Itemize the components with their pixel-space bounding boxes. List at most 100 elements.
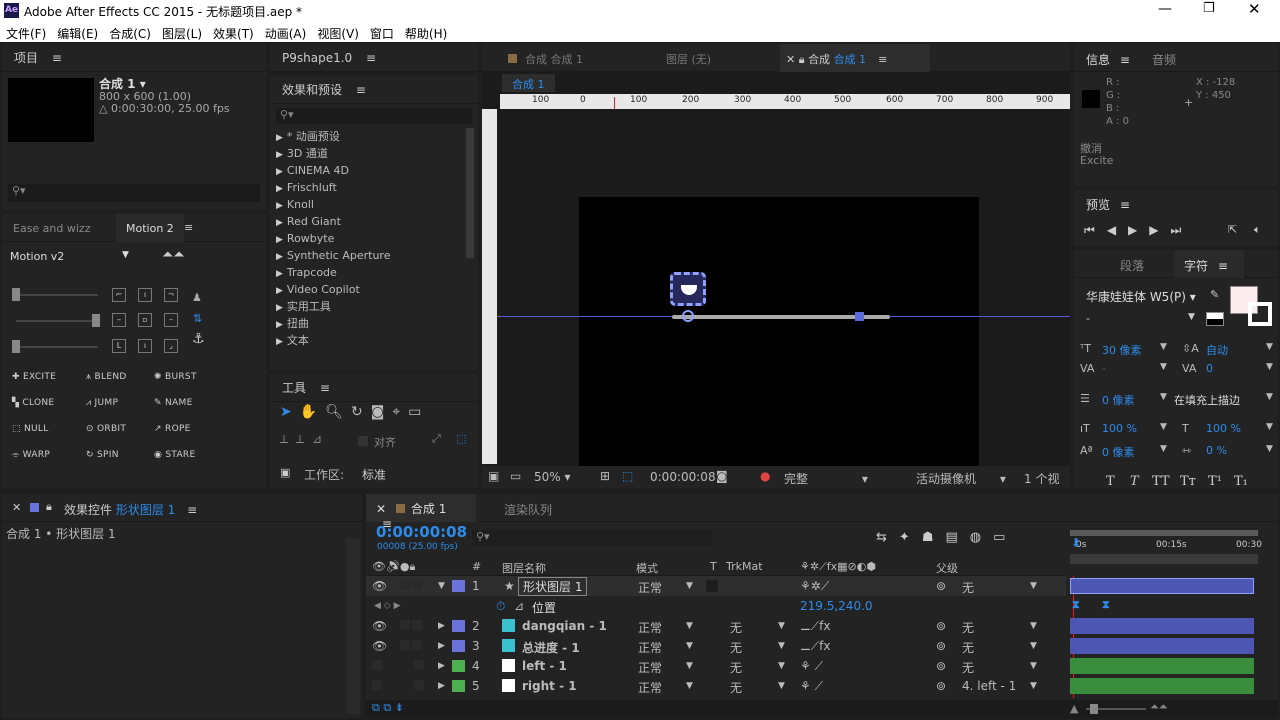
last-frame-icon[interactable]: ⏭: [1171, 223, 1194, 237]
tab-character[interactable]: 字符 ≡: [1174, 250, 1244, 278]
weight-icon[interactable]: ♟: [192, 291, 202, 304]
keyframe-icon[interactable]: ⧗: [1102, 598, 1110, 612]
leading-value[interactable]: 自动: [1206, 342, 1228, 358]
jump-button[interactable]: ⩘ JUMP: [86, 398, 118, 408]
keyframe-nav-icon[interactable]: ◀ ◇ ▶: [374, 601, 401, 611]
baseline-value[interactable]: 0 像素: [1102, 444, 1135, 460]
anchor-bottom-right[interactable]: ⌟: [164, 339, 178, 353]
anchor-bottom-left[interactable]: L: [112, 339, 126, 353]
camera-select[interactable]: 活动摄像机 ▾: [916, 470, 1006, 487]
layer-name[interactable]: 总进度 - 1: [522, 639, 580, 656]
effects-item[interactable]: ▶ * 动画预设: [270, 128, 466, 145]
zoom-tool-icon[interactable]: 🔍︎: [325, 404, 351, 420]
stare-button[interactable]: ◉ STARE: [154, 450, 195, 460]
effects-item[interactable]: ▶ 扭曲: [270, 315, 466, 332]
pickwhip-icon[interactable]: ⊚: [936, 659, 946, 673]
effects-scrollbar[interactable]: [466, 128, 474, 258]
anchor-top-right[interactable]: ¬: [164, 288, 178, 302]
project-search-input[interactable]: ⚲▾: [8, 184, 260, 202]
first-frame-icon[interactable]: ⏮: [1084, 223, 1107, 237]
tracking-value[interactable]: 0: [1206, 362, 1213, 375]
mode-select[interactable]: 正常: [638, 619, 662, 636]
zoom-out-icon[interactable]: ▲: [1070, 702, 1078, 715]
clone-button[interactable]: ▚ CLONE: [12, 398, 54, 408]
parent-select[interactable]: 无: [962, 579, 974, 596]
loop-icon[interactable]: ⇱: [1228, 223, 1237, 236]
lock-icon[interactable]: 🔒︎: [46, 500, 52, 514]
timeline-search-input[interactable]: ⚲▾: [472, 530, 712, 546]
parent-select[interactable]: 无: [962, 619, 974, 636]
views-select[interactable]: 1 个视图: [1024, 470, 1070, 488]
swap-icon[interactable]: ⇅: [193, 312, 202, 325]
burst-button[interactable]: ✺ BURST: [154, 372, 197, 382]
kerning-value[interactable]: -: [1102, 362, 1106, 375]
label-color[interactable]: [452, 640, 465, 652]
draft3d-icon[interactable]: ✦: [899, 530, 922, 545]
effect-controls-scrollbar[interactable]: [346, 538, 360, 714]
viewer-timecode[interactable]: 0:00:00:08: [650, 470, 716, 484]
effects-item[interactable]: ▶ Frischluft: [270, 179, 466, 196]
effects-item[interactable]: ▶ CINEMA 4D: [270, 162, 466, 179]
comp-breadcrumb[interactable]: 合成 1: [502, 74, 555, 92]
frame-blend-icon[interactable]: ▤: [945, 530, 969, 545]
menu-window[interactable]: 窗口: [364, 22, 399, 42]
anchor-top-center[interactable]: ı: [138, 288, 152, 302]
tab-info[interactable]: 信息 ≡: [1086, 51, 1130, 68]
tab-ease-and-wizz[interactable]: Ease and wizz: [13, 222, 90, 235]
property-name[interactable]: 位置: [532, 599, 556, 616]
anchor-mid-right[interactable]: –: [164, 313, 178, 327]
effects-item[interactable]: ▶ 文本: [270, 332, 466, 349]
graph-icon[interactable]: ⊿: [514, 599, 524, 613]
black-white-icon[interactable]: [1206, 312, 1224, 326]
property-row[interactable]: ◀ ◇ ▶ ⏱ ⊿ 位置 219.5,240.0: [366, 596, 1066, 616]
axis-view-icon[interactable]: ⊿: [312, 432, 330, 446]
menu-view[interactable]: 视图(V): [311, 22, 364, 42]
small-caps-button[interactable]: Tт: [1180, 474, 1196, 488]
effects-item[interactable]: ▶ 3D 通道: [270, 145, 466, 162]
col-mode[interactable]: 模式: [636, 560, 658, 576]
rotate-tool-icon[interactable]: ↻: [351, 404, 371, 420]
col-layer-name[interactable]: 图层名称: [502, 560, 546, 576]
tab-audio[interactable]: 音频: [1152, 51, 1176, 68]
layer-bar[interactable]: [1070, 618, 1254, 634]
motion-version-select[interactable]: Motion v2 ▼: [10, 250, 134, 263]
eye-icon[interactable]: 👁︎: [372, 579, 387, 593]
menu-animation[interactable]: 动画(A): [259, 22, 312, 42]
hand-tool-icon[interactable]: ✋: [300, 404, 325, 420]
motion-blur-icon[interactable]: ◍: [970, 530, 993, 545]
label-color[interactable]: [452, 580, 465, 592]
keyframe-icon[interactable]: ⧗: [1072, 598, 1080, 612]
layer-name[interactable]: left - 1: [522, 659, 567, 673]
menu-effect[interactable]: 效果(T): [207, 22, 259, 42]
excite-button[interactable]: ✚ EXCITE: [12, 372, 56, 382]
spin-button[interactable]: ↻ SPIN: [86, 450, 119, 460]
layer-name[interactable]: dangqian - 1: [522, 619, 607, 633]
warp-button[interactable]: ⌯ WARP: [12, 450, 50, 460]
switches-icon[interactable]: ⚘ ⟋: [800, 679, 823, 694]
anchor-mid-left[interactable]: –: [112, 313, 126, 327]
pickwhip-icon[interactable]: ⊚: [936, 619, 946, 633]
layer-bar[interactable]: [1070, 638, 1254, 654]
faux-bold-button[interactable]: T: [1106, 474, 1115, 488]
motion-slider-3[interactable]: [12, 340, 98, 353]
toggle-switches-icon[interactable]: ⧉ ⧉ ⇟: [372, 701, 404, 715]
zoom-select[interactable]: 50% ▾: [534, 470, 571, 484]
switches-icon[interactable]: ⚘ ⟋: [800, 659, 823, 674]
maximize-icon[interactable]: ❐: [1203, 1, 1215, 16]
effects-item[interactable]: ▶ Video Copilot: [270, 281, 466, 298]
snap-icon[interactable]: ⤢: [432, 432, 441, 446]
table-row[interactable]: ▶ 4 left - 1 正常 ▼ 无 ▼ ⚘ ⟋ ⊚ 无 ▼: [366, 656, 1066, 676]
motion-slider-1[interactable]: [12, 288, 98, 301]
timeline-zoom-slider[interactable]: [1086, 704, 1146, 714]
label-color[interactable]: [452, 620, 465, 632]
table-row[interactable]: ▶ 5 right - 1 正常 ▼ 无 ▼ ⚘ ⟋ ⊚ 4. left - 1…: [366, 676, 1066, 696]
table-row[interactable]: 👁︎ ▼ 1 ★ 形状图层 1 正常 ▼ ⚘✲⟋ ⊚ 无 ▼: [366, 576, 1066, 596]
menu-composition[interactable]: 合成(C): [103, 22, 156, 42]
close-icon[interactable]: ✕: [12, 501, 21, 514]
blend-button[interactable]: ⩚ BLEND: [86, 372, 127, 382]
selection-tool-icon[interactable]: ➤: [280, 404, 300, 420]
effect-controls-title[interactable]: 效果控件 形状图层 1 ≡: [64, 501, 197, 518]
work-area-bar[interactable]: [1070, 530, 1258, 536]
mode-select[interactable]: 正常: [638, 579, 662, 596]
shape-layer-graphic[interactable]: [670, 272, 706, 306]
